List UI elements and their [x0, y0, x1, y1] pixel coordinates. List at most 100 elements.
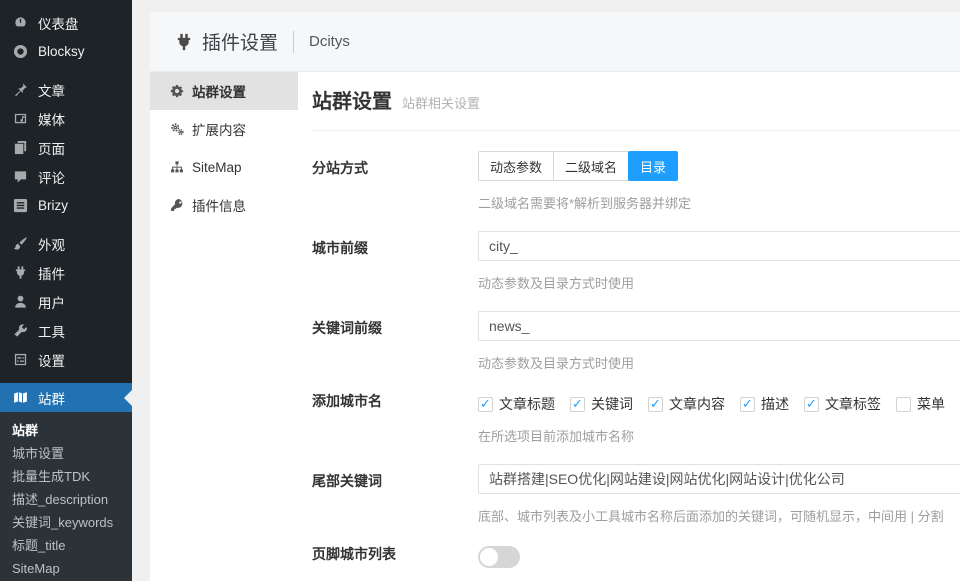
checkbox-menu[interactable]: 菜单: [896, 394, 945, 414]
sidebar-item-pages[interactable]: 页面: [0, 133, 132, 162]
split-mode-directory-button[interactable]: 目录: [628, 151, 678, 181]
sidebar-label: 站群: [38, 388, 65, 408]
checkbox-label: 文章标签: [825, 394, 881, 414]
blocksy-icon: [11, 44, 29, 60]
sidebar-item-settings[interactable]: 设置: [0, 345, 132, 374]
page-title: 插件设置: [202, 28, 278, 55]
tab-sitemap[interactable]: SiteMap: [150, 148, 298, 186]
sidebar-label: 媒体: [38, 109, 65, 129]
split-mode-subdomain-button[interactable]: 二级域名: [553, 151, 629, 181]
sidebar-label: Brizy: [38, 198, 68, 213]
tab-label: 站群设置: [192, 81, 246, 101]
settings-form: 站群设置 站群相关设置 分站方式 动态参数 二级域名 目录 二级域名需要将: [298, 72, 960, 581]
sidebar-label: 插件: [38, 263, 65, 283]
form-row-split-mode: 分站方式 动态参数 二级域名 目录 二级域名需要将*解析到服务器并绑定: [312, 151, 960, 212]
sidebar-label: 页面: [38, 138, 65, 158]
field-hint: 底部、城市列表及小工具城市名称后面添加的关键词，可随机显示，中间用 | 分割: [478, 506, 960, 525]
toggle-knob: [480, 548, 498, 566]
pin-icon: [11, 82, 29, 98]
sidebar-item-brizy[interactable]: Brizy: [0, 191, 132, 220]
form-row-keyword-prefix: 关键词前缀 动态参数及目录方式时使用: [312, 311, 960, 372]
sidebar-label: 工具: [38, 321, 65, 341]
tab-extended-content[interactable]: 扩展内容: [150, 110, 298, 148]
key-icon: [168, 198, 185, 212]
wrench-icon: [11, 323, 29, 339]
checkbox-icon: [804, 397, 819, 412]
form-row-footer-city-list: 页脚城市列表 页面底部页脚显示城市列表: [312, 544, 960, 581]
keyword-prefix-input[interactable]: [478, 311, 960, 341]
sidebar-item-posts[interactable]: 文章: [0, 75, 132, 104]
sidebar-label: 文章: [38, 80, 65, 100]
section-subtitle: 站群相关设置: [402, 93, 480, 112]
sidebar-label: 设置: [38, 350, 65, 370]
checkbox-keywords[interactable]: 关键词: [570, 394, 633, 414]
sidebar-item-dashboard[interactable]: 仪表盘: [0, 8, 132, 37]
brush-icon: [11, 236, 29, 252]
sidebar-item-media[interactable]: 媒体: [0, 104, 132, 133]
checkbox-article-tags[interactable]: 文章标签: [804, 394, 881, 414]
section-title-row: 站群设置 站群相关设置: [312, 85, 960, 131]
plugin-settings-card: 插件设置 Dcitys 站群设置 扩展内容 SiteMa: [150, 12, 960, 581]
checkbox-label: 描述: [761, 394, 789, 414]
sidebar-item-comments[interactable]: 评论: [0, 162, 132, 191]
city-prefix-input[interactable]: [478, 231, 960, 261]
admin-content: 插件设置 Dcitys 站群设置 扩展内容 SiteMa: [132, 0, 960, 581]
checkbox-label: 关键词: [591, 394, 633, 414]
field-label: 页脚城市列表: [312, 544, 478, 581]
pages-icon: [11, 140, 29, 156]
checkbox-icon: [570, 397, 585, 412]
tab-label: 扩展内容: [192, 119, 246, 139]
sidebar-item-plugins[interactable]: 插件: [0, 258, 132, 287]
sidebar-item-appearance[interactable]: 外观: [0, 229, 132, 258]
sliders-icon: [11, 352, 29, 368]
submenu-item-sites[interactable]: 站群: [0, 419, 132, 442]
form-row-tail-keywords: 尾部关键词 底部、城市列表及小工具城市名称后面添加的关键词，可随机显示，中间用 …: [312, 464, 960, 525]
sidebar-label: 外观: [38, 234, 65, 254]
user-icon: [11, 294, 29, 310]
tab-label: SiteMap: [192, 160, 242, 175]
cogs-icon: [168, 122, 185, 136]
field-label: 添加城市名: [312, 391, 478, 445]
submenu-item-keywords[interactable]: 关键词_keywords: [0, 511, 132, 534]
submenu-item-sitemap[interactable]: SiteMap: [0, 557, 132, 580]
field-hint: 动态参数及目录方式时使用: [478, 353, 960, 372]
sidebar-separator: [0, 374, 132, 383]
sidebar-item-blocksy[interactable]: Blocksy: [0, 37, 132, 66]
checkbox-description[interactable]: 描述: [740, 394, 789, 414]
sidebar-item-sites[interactable]: 站群: [0, 383, 132, 412]
submenu-item-batch-tdk[interactable]: 批量生成TDK: [0, 465, 132, 488]
submenu-item-description[interactable]: 描述_description: [0, 488, 132, 511]
submenu-item-city-settings[interactable]: 城市设置: [0, 442, 132, 465]
sidebar-label: 仪表盘: [38, 13, 79, 33]
sidebar-item-users[interactable]: 用户: [0, 287, 132, 316]
map-icon: [11, 390, 29, 406]
media-icon: [11, 111, 29, 127]
split-mode-dynamic-button[interactable]: 动态参数: [478, 151, 554, 181]
gear-icon: [168, 84, 185, 98]
checkbox-icon: [648, 397, 663, 412]
card-header: 插件设置 Dcitys: [150, 12, 960, 72]
tab-plugin-info[interactable]: 插件信息: [150, 186, 298, 224]
tab-site-group-settings[interactable]: 站群设置: [150, 72, 298, 110]
tab-label: 插件信息: [192, 195, 246, 215]
sidebar-label: 用户: [38, 292, 65, 312]
footer-city-list-toggle[interactable]: [478, 546, 520, 568]
checkbox-article-content[interactable]: 文章内容: [648, 394, 725, 414]
field-hint: 二级域名需要将*解析到服务器并绑定: [478, 193, 691, 212]
dashboard-icon: [11, 15, 29, 31]
sidebar-item-tools[interactable]: 工具: [0, 316, 132, 345]
plug-icon: [174, 32, 194, 52]
field-label: 关键词前缀: [312, 311, 478, 372]
checkbox-article-title[interactable]: 文章标题: [478, 394, 555, 414]
submenu-item-title[interactable]: 标题_title: [0, 534, 132, 557]
tail-keywords-input[interactable]: [478, 464, 960, 494]
plugin-name: Dcitys: [309, 33, 350, 50]
section-title: 站群设置: [312, 85, 392, 114]
checkbox-icon: [740, 397, 755, 412]
field-hint: 动态参数及目录方式时使用: [478, 273, 960, 292]
checkbox-icon: [478, 397, 493, 412]
sites-submenu: 站群 城市设置 批量生成TDK 描述_description 关键词_keywo…: [0, 412, 132, 581]
settings-nav: 站群设置 扩展内容 SiteMap 插件信息: [150, 72, 298, 581]
checkbox-group: 文章标题 关键词 文章内容: [478, 391, 960, 414]
field-label: 分站方式: [312, 151, 478, 212]
